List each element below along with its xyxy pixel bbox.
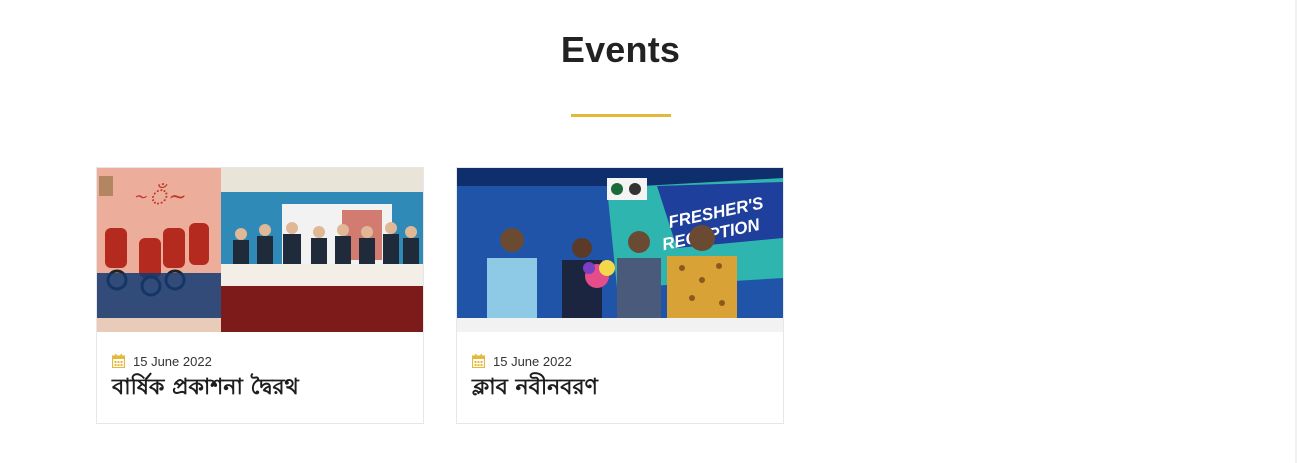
event-title-link[interactable]: বার্ষিক প্রকাশনা দ্বৈরথ bbox=[112, 372, 412, 404]
svg-text:~ঁ~: ~ঁ~ bbox=[131, 183, 186, 210]
section-title: Events bbox=[560, 29, 681, 70]
event-title-link[interactable]: ক্লাব নবীনবরণ bbox=[472, 372, 772, 404]
calendar-icon bbox=[112, 354, 125, 368]
event-date: 15 June 2022 bbox=[133, 353, 212, 369]
title-underline bbox=[571, 114, 671, 117]
event-meta: 15 June 2022 bbox=[112, 352, 212, 370]
event-image[interactable]: ~ঁ~ bbox=[97, 168, 423, 332]
event-meta: 15 June 2022 bbox=[472, 352, 572, 370]
event-card[interactable]: ~ঁ~ 15 June 2022 বার্ষিক প্রকাশনা দ্বৈরথ bbox=[96, 167, 424, 424]
calendar-icon bbox=[472, 354, 485, 368]
event-image[interactable]: FRESHER'S RECEPTION bbox=[457, 168, 783, 332]
event-date: 15 June 2022 bbox=[493, 353, 572, 369]
event-card[interactable]: FRESHER'S RECEPTION bbox=[456, 167, 784, 424]
